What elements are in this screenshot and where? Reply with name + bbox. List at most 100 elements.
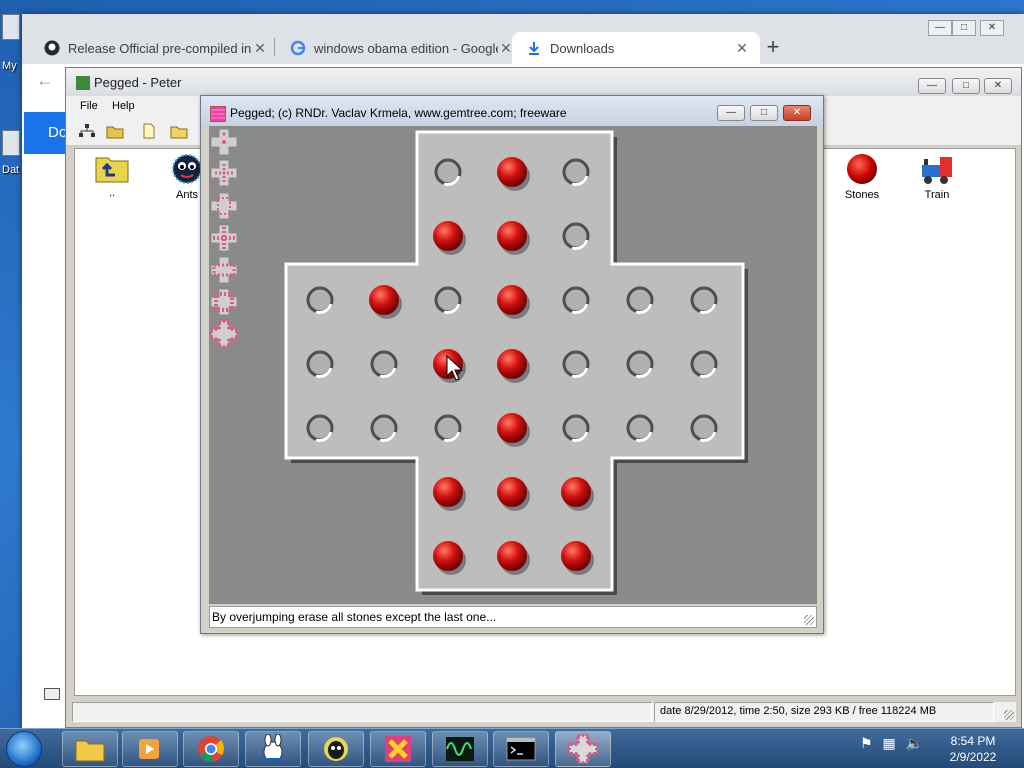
peg-stone[interactable] xyxy=(497,413,527,443)
rabbit-app-icon xyxy=(263,734,283,763)
peg-stone[interactable] xyxy=(433,541,463,571)
volume-icon[interactable]: 🔈 xyxy=(906,735,923,751)
game-maximize-button[interactable]: □ xyxy=(750,105,778,121)
back-arrow-icon[interactable]: ← xyxy=(36,70,54,91)
taskbar-explorer[interactable] xyxy=(62,731,118,767)
action-center-icon[interactable]: ⚑ xyxy=(860,735,873,751)
menu-help[interactable]: Help xyxy=(112,100,135,112)
game-statusbar: By overjumping erase all stones except t… xyxy=(209,606,817,628)
peg-stone[interactable] xyxy=(561,477,591,507)
pegged-app-icon xyxy=(210,106,226,122)
media-player-icon xyxy=(139,739,159,759)
peg-stone[interactable] xyxy=(497,541,527,571)
open-folder-icon[interactable] xyxy=(106,123,124,139)
command-prompt-icon xyxy=(506,737,536,761)
peg-stone[interactable] xyxy=(497,477,527,507)
red-stone-icon xyxy=(847,154,877,184)
peg-stone[interactable] xyxy=(497,221,527,251)
taskbar-chrome[interactable] xyxy=(183,731,239,767)
file-item-stones[interactable]: Stones xyxy=(827,153,897,201)
alien-app-icon xyxy=(324,737,348,761)
taskbar-x-app[interactable] xyxy=(370,731,426,767)
tab-title: Release Official pre-compiled ins xyxy=(68,40,252,56)
network-icon[interactable]: ▦ xyxy=(882,735,895,751)
chrome-icon xyxy=(198,736,224,763)
peter-maximize-button[interactable]: □ xyxy=(952,78,980,94)
taskbar-command-prompt[interactable] xyxy=(493,731,549,767)
pegged-icon xyxy=(568,734,598,764)
peg-stone[interactable] xyxy=(497,285,527,315)
folder-up-icon xyxy=(95,157,129,183)
chrome-maximize-button[interactable]: □ xyxy=(952,20,976,36)
new-tab-button[interactable]: + xyxy=(760,34,786,60)
game-minimize-button[interactable]: — xyxy=(717,105,745,121)
tab-close-icon[interactable]: ✕ xyxy=(734,40,750,57)
tab-close-icon[interactable]: ✕ xyxy=(252,40,268,57)
file-status-text: date 8/29/2012, time 2:50, size 293 KB /… xyxy=(660,705,937,717)
desktop-label-dat: Dat xyxy=(2,164,20,176)
peg-stone[interactable] xyxy=(497,157,527,187)
peg-stone[interactable] xyxy=(497,349,527,379)
tab-strip: Release Official pre-compiled ins ✕ wind… xyxy=(22,14,1024,64)
start-button[interactable] xyxy=(6,731,42,767)
taskbar-alien-app[interactable] xyxy=(308,731,364,767)
tab-separator xyxy=(274,38,275,56)
file-label: Stones xyxy=(844,189,880,201)
resize-grip[interactable] xyxy=(804,615,814,625)
chrome-minimize-button[interactable]: — xyxy=(928,20,952,36)
tab-google-search[interactable]: windows obama edition - Google ✕ xyxy=(276,32,524,64)
oscilloscope-icon xyxy=(446,737,474,761)
file-label: .. xyxy=(108,187,116,199)
taskbar-rabbit-app[interactable] xyxy=(245,731,301,767)
ant-face-icon xyxy=(172,154,202,184)
file-label: Train xyxy=(924,189,950,201)
chrome-close-button[interactable]: ✕ xyxy=(980,20,1004,36)
resize-grip[interactable] xyxy=(1004,710,1014,720)
taskbar: ⚑ ▦ 🔈 8:54 PM 2/9/2022 xyxy=(0,728,1024,768)
new-file-icon[interactable] xyxy=(140,123,158,139)
game-close-button[interactable]: ✕ xyxy=(783,105,811,121)
peter-titlebar[interactable]: Pegged - Peter — □ ✕ xyxy=(66,68,1021,96)
taskbar-oscilloscope[interactable] xyxy=(432,731,488,767)
peter-close-button[interactable]: ✕ xyxy=(984,78,1012,94)
x-app-icon xyxy=(385,736,411,762)
downloads-page-header: Do xyxy=(24,112,70,154)
taskbar-clock[interactable]: 8:54 PM 2/9/2022 xyxy=(940,733,1006,765)
file-item-train[interactable]: Train xyxy=(902,153,972,201)
desktop-icon-computer[interactable] xyxy=(2,14,20,40)
clock-date: 2/9/2022 xyxy=(949,750,997,764)
github-icon xyxy=(44,40,60,56)
menu-file[interactable]: File xyxy=(80,100,98,112)
tab-title: windows obama edition - Google xyxy=(314,40,498,56)
peg-stone[interactable] xyxy=(433,221,463,251)
peter-statusbar: date 8/29/2012, time 2:50, size 293 KB /… xyxy=(72,702,1016,722)
peter-title: Pegged - Peter xyxy=(94,75,182,90)
desktop-label-my: My xyxy=(2,60,17,72)
taskbar-pegged[interactable] xyxy=(555,731,611,767)
taskbar-media-player[interactable] xyxy=(122,731,178,767)
game-area xyxy=(209,126,817,604)
file-item-parent[interactable]: .. xyxy=(77,153,147,199)
tab-title: Downloads xyxy=(550,40,615,56)
file-label: Ants xyxy=(175,189,198,201)
desktop-icon-data[interactable] xyxy=(2,130,20,156)
status-section-left xyxy=(72,702,652,722)
peg-board[interactable] xyxy=(209,126,817,604)
peg-stone[interactable] xyxy=(369,285,399,315)
page-widget-icon[interactable] xyxy=(44,688,60,700)
peg-stone[interactable] xyxy=(561,541,591,571)
clock-time: 8:54 PM xyxy=(950,734,996,748)
peg-stone[interactable] xyxy=(433,477,463,507)
explorer-icon xyxy=(75,740,105,762)
download-icon xyxy=(529,42,539,55)
tab-github-release[interactable]: Release Official pre-compiled ins ✕ xyxy=(30,32,278,64)
tab-downloads[interactable]: Downloads ✕ xyxy=(512,32,760,64)
tree-icon[interactable] xyxy=(78,123,96,139)
game-title: Pegged; (c) RNDr. Vaclav Krmela, www.gem… xyxy=(230,106,567,120)
game-titlebar[interactable]: Pegged; (c) RNDr. Vaclav Krmela, www.gem… xyxy=(201,96,823,126)
system-tray: ⚑ ▦ 🔈 xyxy=(860,735,923,752)
new-folder-icon[interactable] xyxy=(170,123,188,139)
game-hint-text: By overjumping erase all stones except t… xyxy=(212,610,497,624)
peter-minimize-button[interactable]: — xyxy=(918,78,946,94)
pegged-game-window: Pegged; (c) RNDr. Vaclav Krmela, www.gem… xyxy=(200,95,824,634)
